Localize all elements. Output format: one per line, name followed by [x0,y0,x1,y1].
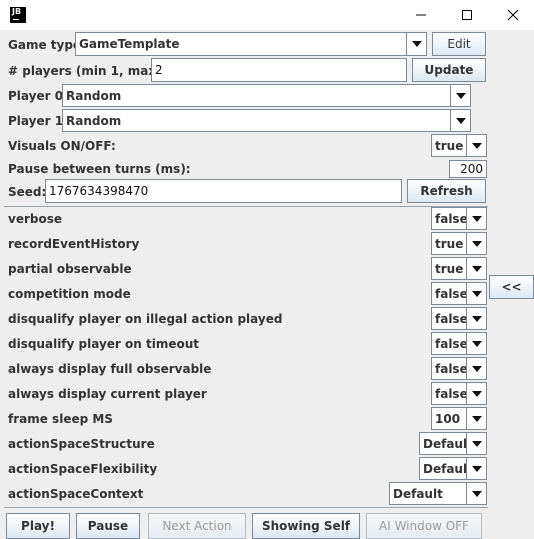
game-type-value: GameTemplate [79,37,180,51]
edit-button[interactable]: Edit [432,32,486,56]
update-button[interactable]: Update [412,58,486,82]
param-label-disqualify-timeout: disqualify player on timeout [8,337,199,351]
close-button[interactable] [490,0,534,30]
seed-label: Seed: [8,185,47,199]
play-button[interactable]: Play! [6,513,70,539]
param-value: 100 [435,411,461,426]
param-value: true [435,261,464,276]
chevron-down-icon[interactable] [466,433,486,454]
collapse-panel-button[interactable]: << [489,275,534,299]
param-label-action-space-flexibility: actionSpaceFlexibility [8,462,158,476]
divider [4,206,488,207]
param-dropdown-partial-observable[interactable]: true [431,257,487,280]
param-value: false [435,211,466,226]
param-dropdown-verbose[interactable]: false [431,207,487,230]
param-label-partial-observable: partial observable [8,262,132,276]
next-action-button[interactable]: Next Action [148,513,246,539]
param-value: false [435,361,466,376]
player-0-value: Random [66,88,122,103]
app-icon: JB [10,7,26,23]
param-dropdown-frame-sleep[interactable]: 100 [431,407,487,430]
chevron-down-icon[interactable] [466,283,486,304]
player-1-dropdown[interactable]: Random [62,109,471,132]
param-value: Default [393,486,443,501]
player-0-label: Player 0: [8,89,68,103]
param-label-disqualify-illegal: disqualify player on illegal action play… [8,312,283,326]
chevron-down-icon[interactable] [466,358,486,379]
param-dropdown-display-current-player[interactable]: false [431,382,487,405]
chevron-down-icon[interactable] [466,135,486,156]
chevron-down-icon[interactable] [450,85,470,106]
param-label-action-space-context: actionSpaceContext [8,487,144,501]
player-0-dropdown[interactable]: Random [62,84,471,107]
param-dropdown-display-full-observable[interactable]: false [431,357,487,380]
refresh-button[interactable]: Refresh [407,179,486,203]
chevron-down-icon[interactable] [466,233,486,254]
maximize-button[interactable] [444,0,490,30]
chevron-down-icon[interactable] [466,308,486,329]
param-value: Default [423,436,466,451]
param-label-competition-mode: competition mode [8,287,131,301]
chevron-down-icon[interactable] [466,208,486,229]
game-type-dropdown[interactable]: GameTemplate [75,32,427,56]
visuals-label: Visuals ON/OFF: [8,139,116,153]
param-dropdown-action-space-flexibility[interactable]: Default [419,457,487,480]
chevron-down-icon[interactable] [450,110,470,131]
chevron-down-icon[interactable] [406,33,426,55]
chevron-down-icon[interactable] [466,383,486,404]
visuals-value: true [435,138,464,153]
seed-field[interactable]: 1767634398470 [45,179,402,203]
minimize-button[interactable] [398,0,444,30]
chevron-down-icon[interactable] [466,333,486,354]
param-value: false [435,386,466,401]
showing-self-button[interactable]: Showing Self [252,513,360,539]
param-label-action-space-structure: actionSpaceStructure [8,437,155,451]
chevron-down-icon[interactable] [466,408,486,429]
pause-button[interactable]: Pause [76,513,140,539]
param-label-record-event-history: recordEventHistory [8,237,140,251]
param-label-verbose: verbose [8,212,62,226]
param-value: true [435,236,464,251]
param-dropdown-disqualify-timeout[interactable]: false [431,332,487,355]
game-config-window: JB Game type: GameTemplate Edit # player… [0,0,534,539]
param-value: Default [423,461,466,476]
minimize-icon [416,14,426,16]
title-bar: JB [0,0,534,30]
pause-label: Pause between turns (ms): [8,162,191,176]
param-dropdown-competition-mode[interactable]: false [431,282,487,305]
param-dropdown-action-space-context[interactable]: Default [389,482,487,505]
divider [4,507,488,508]
param-value: false [435,286,466,301]
pause-ms-field[interactable]: 200 [449,160,487,178]
chevron-down-icon[interactable] [466,458,486,479]
chevron-down-icon[interactable] [466,483,486,504]
player-1-label: Player 1: [8,114,68,128]
player-1-value: Random [66,113,122,128]
param-dropdown-action-space-structure[interactable]: Default [419,432,487,455]
param-label-frame-sleep: frame sleep MS [8,412,113,426]
maximize-icon [462,10,472,20]
param-value: false [435,311,466,326]
players-count-field[interactable]: 2 [151,58,407,82]
param-label-display-current-player: always display current player [8,387,207,401]
param-dropdown-disqualify-illegal[interactable]: false [431,307,487,330]
param-value: false [435,336,466,351]
close-icon [507,9,519,21]
param-dropdown-record-event-history[interactable]: true [431,232,487,255]
param-label-display-full-observable: always display full observable [8,362,212,376]
ai-window-button[interactable]: AI Window OFF [366,513,482,539]
chevron-down-icon[interactable] [466,258,486,279]
app-icon-text: JB [12,7,22,16]
visuals-dropdown[interactable]: true [431,134,487,157]
